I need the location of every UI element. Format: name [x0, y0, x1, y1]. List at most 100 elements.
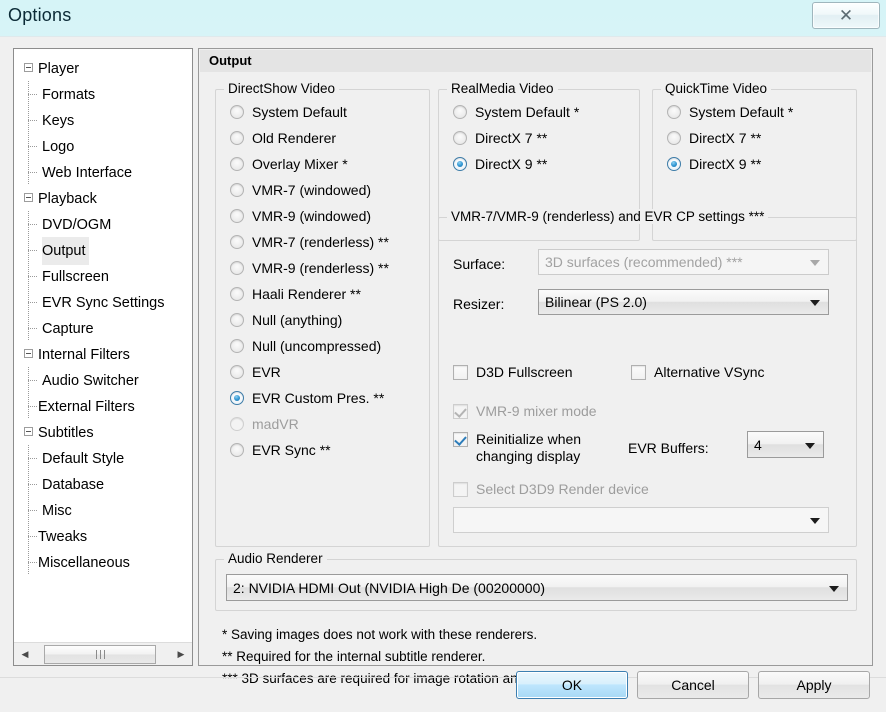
- tree-collapse-icon[interactable]: [24, 349, 33, 358]
- tree-connector-line: [28, 380, 38, 381]
- sidebar-item-external-filters[interactable]: External Filters: [14, 393, 192, 419]
- sidebar-item-web-interface[interactable]: Web Interface: [14, 159, 192, 185]
- evr-buffers-combobox[interactable]: 4: [747, 431, 824, 458]
- sidebar-item-keys[interactable]: Keys: [14, 107, 192, 133]
- sidebar-item-formats[interactable]: Formats: [14, 81, 192, 107]
- directshow-radio-evr-custom-pres[interactable]: EVR Custom Pres. **: [230, 390, 384, 406]
- sidebar-item-internal-filters[interactable]: Internal Filters: [14, 341, 192, 367]
- window-title: Options: [8, 5, 72, 25]
- directshow-radio-vmr-7-windowed[interactable]: VMR-7 (windowed): [230, 182, 371, 198]
- sidebar-item-playback[interactable]: Playback: [14, 185, 192, 211]
- scrollbar-thumb[interactable]: [44, 644, 156, 664]
- checkbox-box: [453, 404, 468, 419]
- settings-tree[interactable]: Player Formats Keys Logo Web Interface Playba…: [14, 49, 192, 575]
- d3d-fullscreen-checkbox[interactable]: D3D Fullscreen: [453, 364, 572, 380]
- radio-label: Old Renderer: [252, 130, 337, 146]
- sidebar-item-output[interactable]: Output: [14, 237, 192, 265]
- radio-indicator: [667, 131, 681, 145]
- directshow-radio-vmr-7-renderless[interactable]: VMR-7 (renderless) **: [230, 234, 389, 250]
- surface-combobox[interactable]: 3D surfaces (recommended) ***: [538, 249, 829, 275]
- sidebar-item-fullscreen[interactable]: Fullscreen: [14, 263, 192, 289]
- quicktime-radio-directx-7[interactable]: DirectX 7 **: [667, 130, 761, 146]
- tree-collapse-icon[interactable]: [24, 193, 33, 202]
- sidebar-item-database[interactable]: Database: [14, 471, 192, 497]
- radio-indicator: [230, 417, 244, 431]
- sidebar-item-label: Player: [38, 61, 80, 77]
- sidebar-item-capture[interactable]: Capture: [14, 315, 192, 341]
- tree-connector-line: [28, 562, 37, 563]
- sidebar-item-dvd-ogm[interactable]: DVD/OGM: [14, 211, 192, 237]
- radio-indicator: [230, 209, 244, 223]
- realmedia-radio-directx-9[interactable]: DirectX 9 **: [453, 156, 547, 172]
- ok-button[interactable]: OK: [516, 671, 628, 699]
- sidebar-item-tweaks[interactable]: Tweaks: [14, 523, 192, 549]
- sidebar-item-miscellaneous[interactable]: Miscellaneous: [14, 549, 192, 575]
- radio-label: EVR: [252, 364, 281, 380]
- d3d9-device-combobox[interactable]: [453, 507, 829, 533]
- scrollbar-track[interactable]: [36, 643, 170, 665]
- alternative-vsync-checkbox[interactable]: Alternative VSync: [631, 364, 765, 380]
- audio-renderer-combobox[interactable]: 2: NVIDIA HDMI Out (NVIDIA High De (0020…: [226, 574, 848, 601]
- radio-label: Overlay Mixer *: [252, 156, 348, 172]
- radio-indicator: [230, 313, 244, 327]
- sidebar-item-label: Tweaks: [38, 529, 88, 545]
- reinitialize-line1: Reinitialize when: [476, 431, 582, 447]
- sidebar-item-audio-switcher[interactable]: Audio Switcher: [14, 367, 192, 393]
- directshow-video-group: DirectShow Video System Default Old Rende…: [215, 81, 430, 547]
- quicktime-radio-system-default[interactable]: System Default *: [667, 104, 793, 120]
- scroll-left-arrow-icon[interactable]: ◀: [14, 643, 36, 665]
- sidebar-item-evr-sync-settings[interactable]: EVR Sync Settings: [14, 289, 192, 315]
- cancel-button[interactable]: Cancel: [637, 671, 749, 699]
- reinitialize-display-checkbox[interactable]: Reinitialize when changing display: [453, 431, 613, 465]
- sidebar-item-logo[interactable]: Logo: [14, 133, 192, 159]
- vmr-evr-settings-group: VMR-7/VMR-9 (renderless) and EVR CP sett…: [438, 209, 857, 547]
- sidebar-item-subtitles[interactable]: Subtitles: [14, 419, 192, 445]
- radio-label: DirectX 7 **: [475, 130, 548, 146]
- tree-connector-line: [28, 224, 38, 225]
- realmedia-radio-system-default[interactable]: System Default *: [453, 104, 579, 120]
- directshow-radio-evr-sync[interactable]: EVR Sync **: [230, 442, 331, 458]
- sidebar-item-label: Internal Filters: [38, 347, 130, 363]
- radio-label: Haali Renderer **: [252, 286, 361, 302]
- radio-label: System Default *: [689, 104, 794, 120]
- directshow-radio-null-uncompressed[interactable]: Null (uncompressed): [230, 338, 381, 354]
- tree-connector-line: [28, 406, 37, 407]
- directshow-radio-overlay-mixer[interactable]: Overlay Mixer *: [230, 156, 348, 172]
- apply-button[interactable]: Apply: [758, 671, 870, 699]
- tree-collapse-icon[interactable]: [24, 63, 33, 72]
- radio-label: EVR Custom Pres. **: [252, 390, 385, 406]
- radio-indicator: [230, 131, 244, 145]
- tree-collapse-icon[interactable]: [24, 427, 33, 436]
- radio-label: madVR: [252, 416, 299, 432]
- directshow-radio-vmr-9-windowed[interactable]: VMR-9 (windowed): [230, 208, 371, 224]
- sidebar-item-player[interactable]: Player: [14, 55, 192, 81]
- sidebar-item-misc[interactable]: Misc: [14, 497, 192, 523]
- close-button[interactable]: ✕: [812, 2, 880, 29]
- resizer-combobox[interactable]: Bilinear (PS 2.0): [538, 289, 829, 315]
- directshow-radio-haali-renderer[interactable]: Haali Renderer **: [230, 286, 361, 302]
- sidebar-item-default-style[interactable]: Default Style: [14, 445, 192, 471]
- tree-connector-line: [28, 510, 38, 511]
- directshow-radio-evr[interactable]: EVR: [230, 364, 281, 380]
- close-icon: ✕: [838, 6, 854, 26]
- radio-indicator: [667, 105, 681, 119]
- tree-horizontal-scrollbar[interactable]: ◀ ▶: [14, 642, 192, 665]
- radio-label: System Default: [252, 104, 347, 120]
- directshow-radio-null-anything[interactable]: Null (anything): [230, 312, 342, 328]
- quicktime-radio-directx-9[interactable]: DirectX 9 **: [667, 156, 761, 172]
- vmr-evr-settings-legend: VMR-7/VMR-9 (renderless) and EVR CP sett…: [447, 209, 769, 224]
- tree-connector-line: [28, 536, 37, 537]
- scroll-right-arrow-icon[interactable]: ▶: [170, 643, 192, 665]
- directshow-radio-old-renderer[interactable]: Old Renderer: [230, 130, 336, 146]
- realmedia-radio-directx-7[interactable]: DirectX 7 **: [453, 130, 547, 146]
- audio-renderer-value: 2: NVIDIA HDMI Out (NVIDIA High De (0020…: [233, 579, 546, 596]
- radio-label: EVR Sync **: [252, 442, 331, 458]
- sidebar-item-label: Subtitles: [38, 425, 94, 441]
- surface-value: 3D surfaces (recommended) ***: [545, 254, 743, 270]
- directshow-radio-system-default[interactable]: System Default: [230, 104, 347, 120]
- select-d3d9-label: Select D3D9 Render device: [476, 481, 649, 497]
- resizer-label: Resizer:: [453, 296, 505, 312]
- alternative-vsync-label: Alternative VSync: [654, 364, 765, 380]
- directshow-radio-vmr-9-renderless[interactable]: VMR-9 (renderless) **: [230, 260, 389, 276]
- d3d-fullscreen-label: D3D Fullscreen: [476, 364, 573, 380]
